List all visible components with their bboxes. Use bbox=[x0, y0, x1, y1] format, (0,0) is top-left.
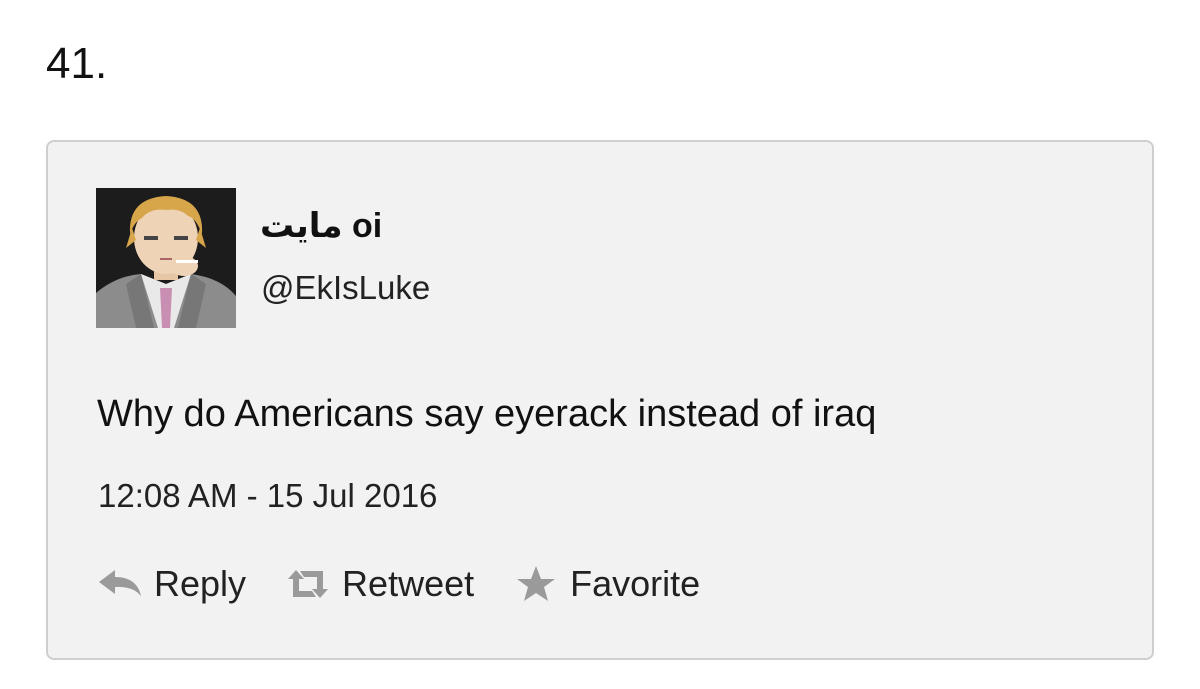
retweet-button[interactable]: Retweet bbox=[284, 562, 474, 606]
avatar[interactable] bbox=[96, 188, 236, 328]
reply-button[interactable]: Reply bbox=[96, 562, 246, 606]
star-icon bbox=[512, 564, 560, 604]
favorite-label: Favorite bbox=[570, 563, 701, 604]
avatar-image bbox=[96, 188, 236, 328]
favorite-button[interactable]: Favorite bbox=[512, 562, 700, 606]
reply-icon bbox=[96, 564, 144, 604]
tweet-actions: Reply Retweet Favorite bbox=[96, 560, 738, 608]
display-name[interactable]: مايت oi bbox=[260, 206, 382, 246]
list-number: 41. bbox=[46, 39, 108, 88]
tweet-timestamp[interactable]: 12:08 AM - 15 Jul 2016 bbox=[98, 476, 437, 516]
retweet-icon bbox=[284, 564, 332, 604]
retweet-label: Retweet bbox=[342, 563, 475, 604]
tweet-card: مايت oi @EkIsLuke Why do Americans say e… bbox=[46, 140, 1154, 660]
tweet-text: Why do Americans say eyerack instead of … bbox=[97, 393, 877, 435]
reply-label: Reply bbox=[154, 563, 247, 604]
page: 41. مايت oi @EkIsLuke Why do Americans s… bbox=[0, 0, 1200, 689]
user-handle[interactable]: @EkIsLuke bbox=[261, 268, 430, 308]
